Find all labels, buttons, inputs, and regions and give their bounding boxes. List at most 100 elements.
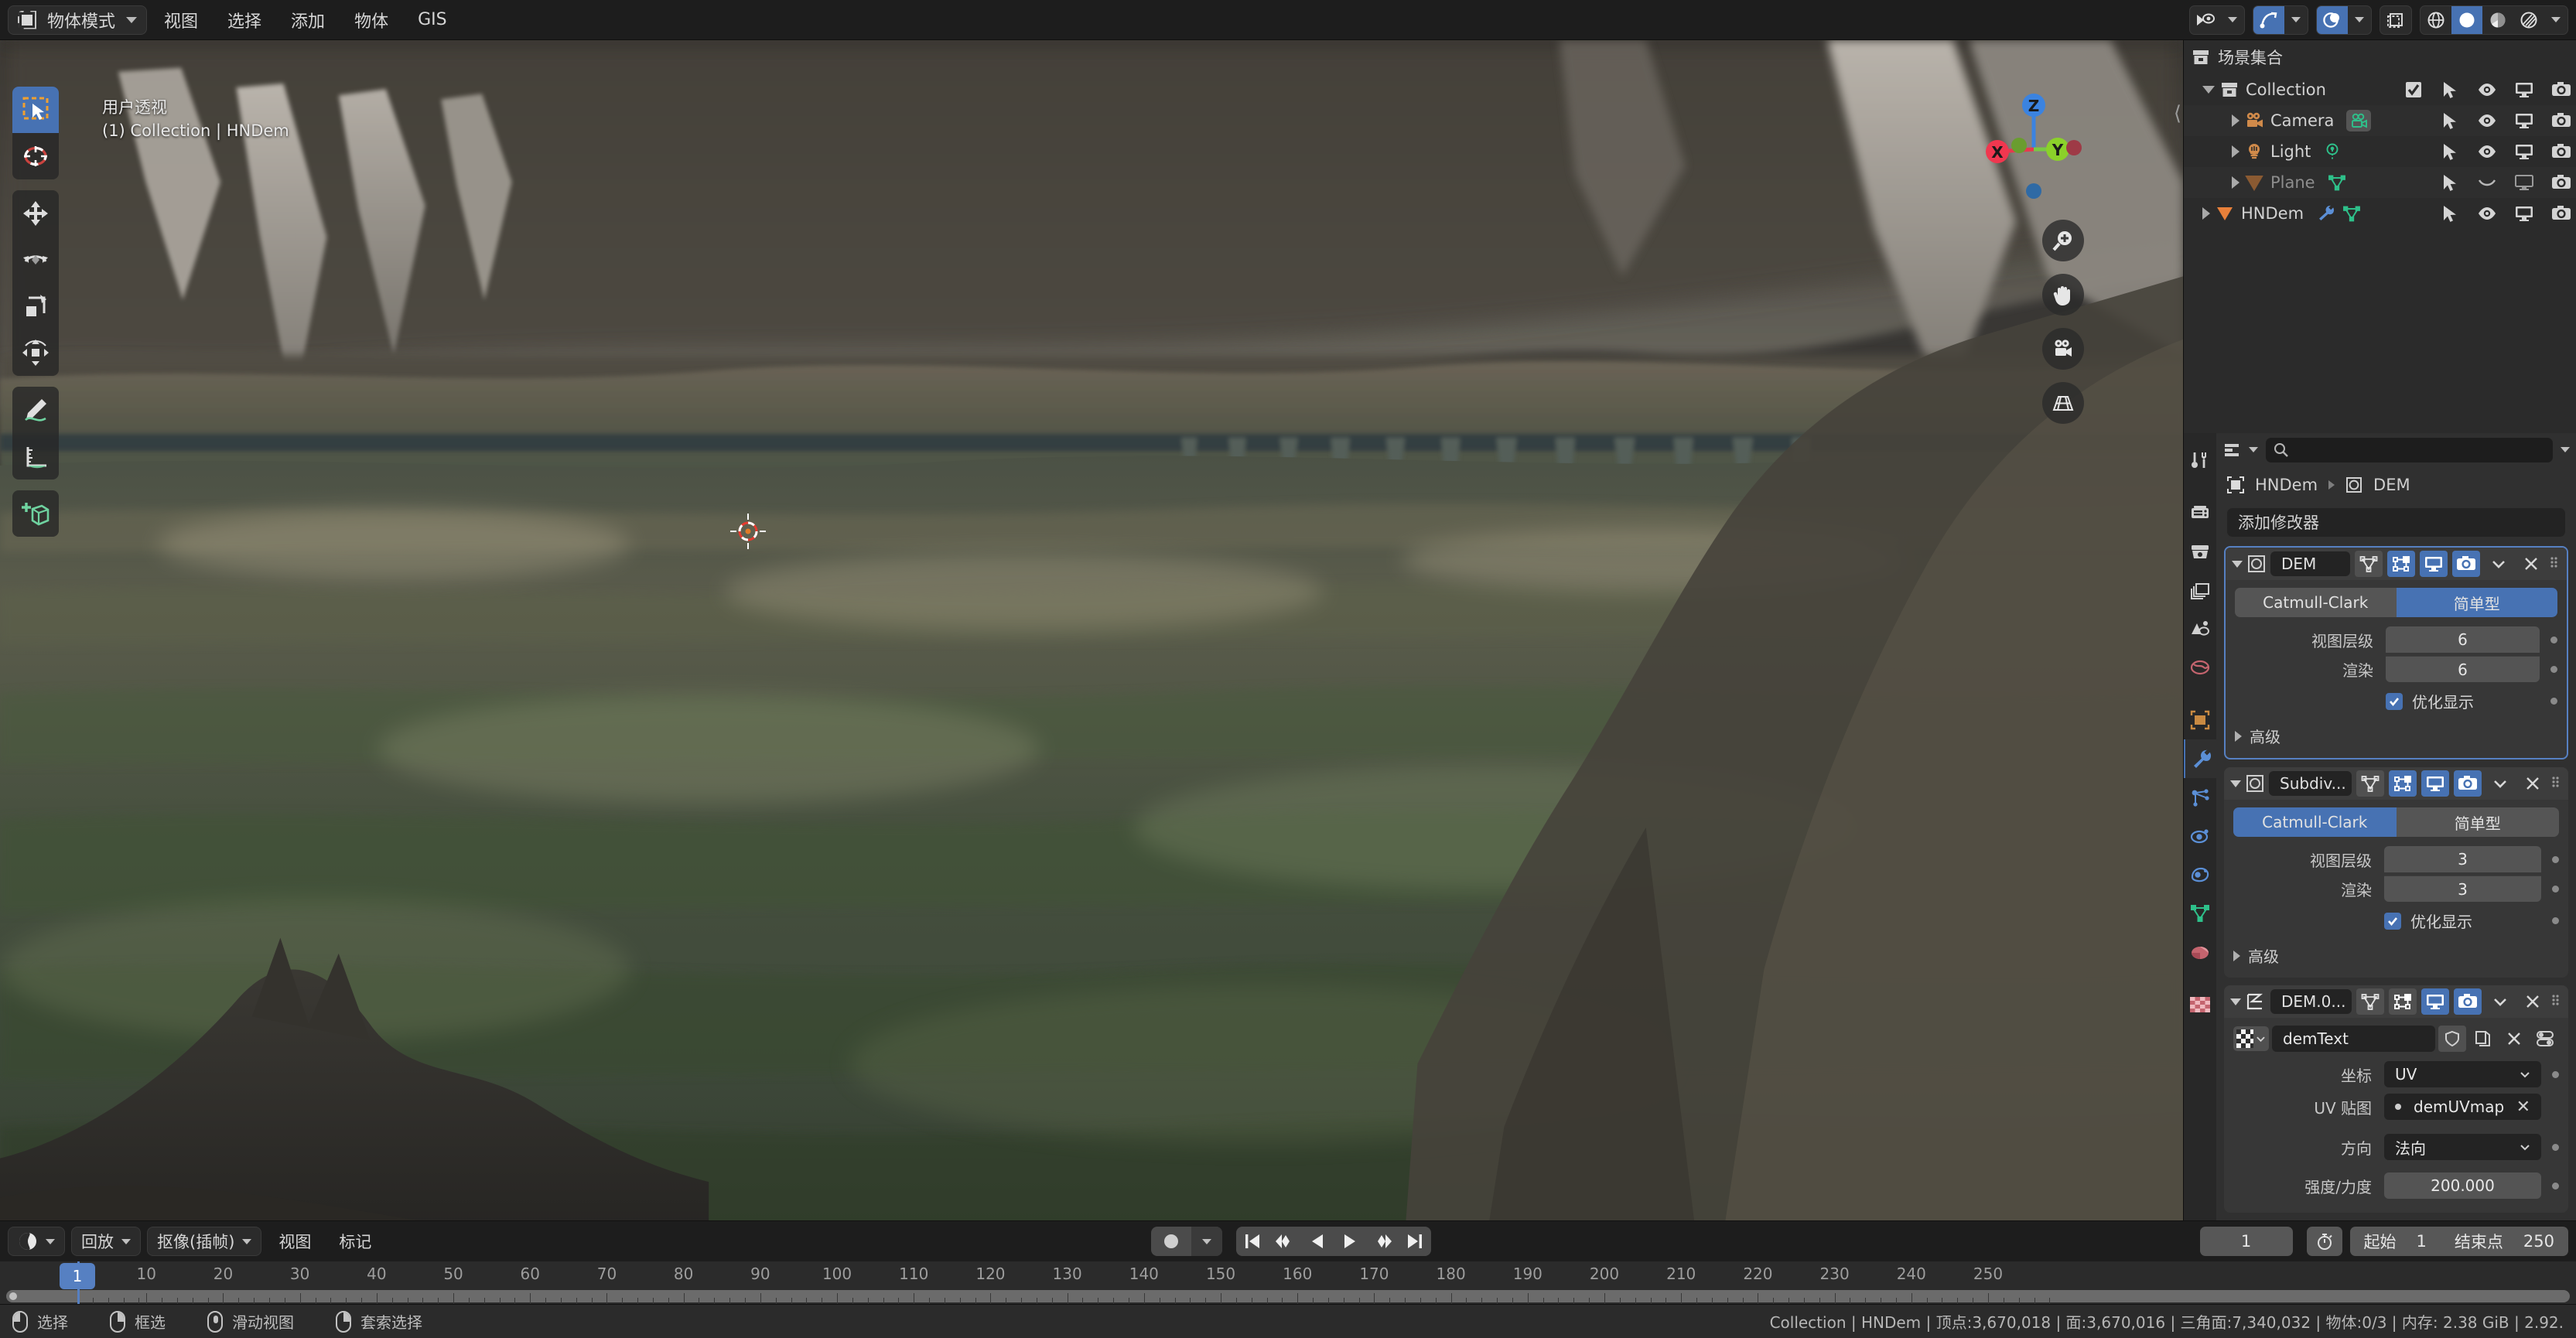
tab-constraints-icon[interactable] (2184, 855, 2216, 894)
timeline-menu-playback[interactable]: 回放 (71, 1227, 141, 1256)
modifier-toggle-on-cage[interactable] (2389, 988, 2417, 1015)
modifier-toggle-edit-mode-display[interactable] (2356, 770, 2384, 797)
outliner-selectable-icon[interactable] (2440, 142, 2460, 161)
modifier-name-field[interactable]: DEM.0... (2270, 989, 2352, 1015)
tab-render-icon[interactable] (2184, 493, 2216, 532)
shading-dropdown[interactable] (2544, 6, 2567, 34)
jump-to-start-button[interactable] (1236, 1227, 1269, 1256)
modifier-drag-handle[interactable] (2550, 555, 2561, 572)
optimal-display-checkbox[interactable] (2386, 692, 2403, 710)
outliner-row-light[interactable]: Light (2184, 136, 2576, 167)
outliner-disable-render-icon[interactable] (2551, 205, 2571, 222)
outliner-disable-viewport-icon[interactable] (2514, 205, 2534, 222)
advanced-section-toggle[interactable]: 高级 (2235, 725, 2557, 747)
modifier-name-field[interactable]: Subdiv... (2269, 771, 2352, 797)
zoom-icon[interactable] (2042, 220, 2084, 261)
outliner-disable-render-icon[interactable] (2551, 143, 2571, 160)
coords-dropdown[interactable]: UV (2384, 1061, 2541, 1088)
tool-tweak-select[interactable] (12, 87, 59, 133)
timeline-editor-type[interactable] (8, 1227, 65, 1256)
outliner-expand-toggle[interactable] (2232, 114, 2239, 127)
menu-add[interactable]: 添加 (278, 3, 337, 37)
outliner-expand-toggle[interactable] (2232, 176, 2239, 189)
outliner-visibility-icon[interactable] (2477, 174, 2497, 191)
outliner-mesh-data-icon[interactable] (2328, 173, 2346, 192)
shading-material-icon[interactable] (2482, 6, 2513, 34)
modifier-toggle-realtime[interactable] (2420, 551, 2448, 578)
shading-rendered-icon[interactable] (2513, 6, 2544, 34)
toggle-xray-icon[interactable] (2380, 6, 2411, 34)
camera-view-icon[interactable] (2042, 328, 2084, 370)
viewport-sidebar-toggle[interactable]: ⟨ (2174, 102, 2181, 125)
editor-type-chevron-icon[interactable] (2249, 447, 2258, 453)
modifier-extras-dropdown[interactable] (2485, 551, 2513, 577)
subdivision-type-option-2[interactable]: 简单型 (2396, 807, 2559, 838)
timeline-menu-view[interactable]: 视图 (268, 1230, 322, 1253)
field-value[interactable]: 3 (2384, 876, 2541, 903)
optimal-display-checkbox[interactable] (2384, 912, 2401, 930)
outliner-checkbox[interactable] (2404, 80, 2423, 99)
modifier-toggle-on-cage[interactable] (2389, 770, 2417, 797)
modifier-panel-2[interactable]: Subdiv... Catmull-Clark 简单型 视图层级 3 渲染 3 优化显示 高级 (2224, 767, 2568, 978)
direction-dropdown[interactable]: 法向 (2384, 1134, 2541, 1161)
field-value[interactable]: 3 (2384, 846, 2541, 873)
tab-world-icon[interactable] (2184, 648, 2216, 687)
timeline-ruler[interactable]: 10 20 30 40 50 60 70 80 90 100 110 120 130 140 150 160 1… (0, 1261, 2576, 1304)
visibility-dropdown[interactable] (2221, 6, 2244, 34)
field-value[interactable]: 6 (2386, 626, 2540, 654)
modifier-expand-toggle[interactable] (2230, 998, 2241, 1005)
tool-measure[interactable] (12, 433, 59, 480)
outliner-visibility-icon[interactable] (2477, 112, 2497, 129)
outliner-row-collection[interactable]: Collection (2184, 74, 2576, 105)
modifier-panel-displace[interactable]: DEM.0... demText 坐标 UV UV 贴图 demUVmap ✕ 方向 法向 强度/… (2224, 985, 2568, 1213)
outliner-modifier-icons[interactable] (2316, 204, 2361, 223)
subdivision-type-option-1[interactable]: Catmull-Clark (2235, 588, 2397, 618)
tab-physics-icon[interactable] (2184, 817, 2216, 855)
tab-modifier-icon[interactable] (2184, 739, 2216, 778)
editor-type-icon[interactable] (2222, 441, 2241, 459)
outliner-disable-render-icon[interactable] (2551, 174, 2571, 191)
outliner-disable-viewport-icon[interactable] (2514, 112, 2534, 129)
modifier-delete-button[interactable] (2519, 770, 2547, 797)
texture-duplicate-button[interactable] (2469, 1026, 2497, 1052)
field-value[interactable]: 6 (2386, 656, 2540, 683)
animate-property-dot[interactable] (2550, 665, 2557, 673)
outliner-disable-viewport-icon[interactable] (2514, 143, 2534, 160)
animate-property-dot[interactable] (2552, 1182, 2559, 1190)
outliner-expand-toggle[interactable] (2202, 86, 2215, 94)
outliner-expand-toggle[interactable] (2232, 145, 2239, 158)
outliner-selectable-icon[interactable] (2440, 111, 2460, 130)
tool-rotate[interactable] (12, 237, 59, 283)
outliner-disable-viewport-icon[interactable] (2514, 81, 2534, 98)
breadcrumb-data-label[interactable]: DEM (2373, 476, 2410, 494)
modifier-toggle-realtime[interactable] (2421, 770, 2449, 797)
outliner-visibility-icon[interactable] (2477, 143, 2497, 160)
modifier-panel-1[interactable]: DEM Catmull-Clark 简单型 视图层级 6 渲染 6 优化显示 高级 (2224, 546, 2568, 760)
mode-selector[interactable]: 物体模式 (8, 5, 148, 35)
object-visibility-icon[interactable] (2190, 6, 2221, 34)
properties-search-input[interactable] (2266, 437, 2553, 462)
pan-hand-icon[interactable] (2042, 274, 2084, 316)
auto-keying-toggle[interactable] (1151, 1227, 1191, 1256)
outliner-light-data-icon[interactable] (2323, 142, 2342, 161)
tab-data-icon[interactable] (2184, 894, 2216, 933)
modifier-extras-dropdown[interactable] (2486, 988, 2514, 1015)
texture-unlink-button[interactable] (2500, 1026, 2528, 1052)
gizmo-dropdown[interactable] (2284, 6, 2308, 34)
texture-browse-button[interactable] (2233, 1026, 2269, 1052)
outliner-row-plane[interactable]: Plane (2184, 167, 2576, 198)
next-keyframe-button[interactable] (1366, 1227, 1399, 1256)
timeline-scrollbar[interactable] (6, 1290, 2570, 1302)
animate-property-dot[interactable] (2552, 855, 2559, 863)
tab-view-layer-icon[interactable] (2184, 571, 2216, 609)
animate-property-dot[interactable] (2552, 1070, 2559, 1078)
modifier-drag-handle[interactable] (2551, 993, 2562, 1010)
outliner-visibility-icon[interactable] (2477, 81, 2497, 98)
outliner-selectable-icon[interactable] (2440, 80, 2460, 99)
animate-property-dot[interactable] (2552, 1143, 2559, 1151)
tab-particles-icon[interactable] (2184, 778, 2216, 817)
outliner-disable-render-icon[interactable] (2551, 112, 2571, 129)
modifier-toggle-render[interactable] (2454, 770, 2482, 797)
start-frame-field[interactable]: 起始 1 (2350, 1227, 2441, 1256)
timeline-menu-marker[interactable]: 标记 (328, 1230, 382, 1253)
